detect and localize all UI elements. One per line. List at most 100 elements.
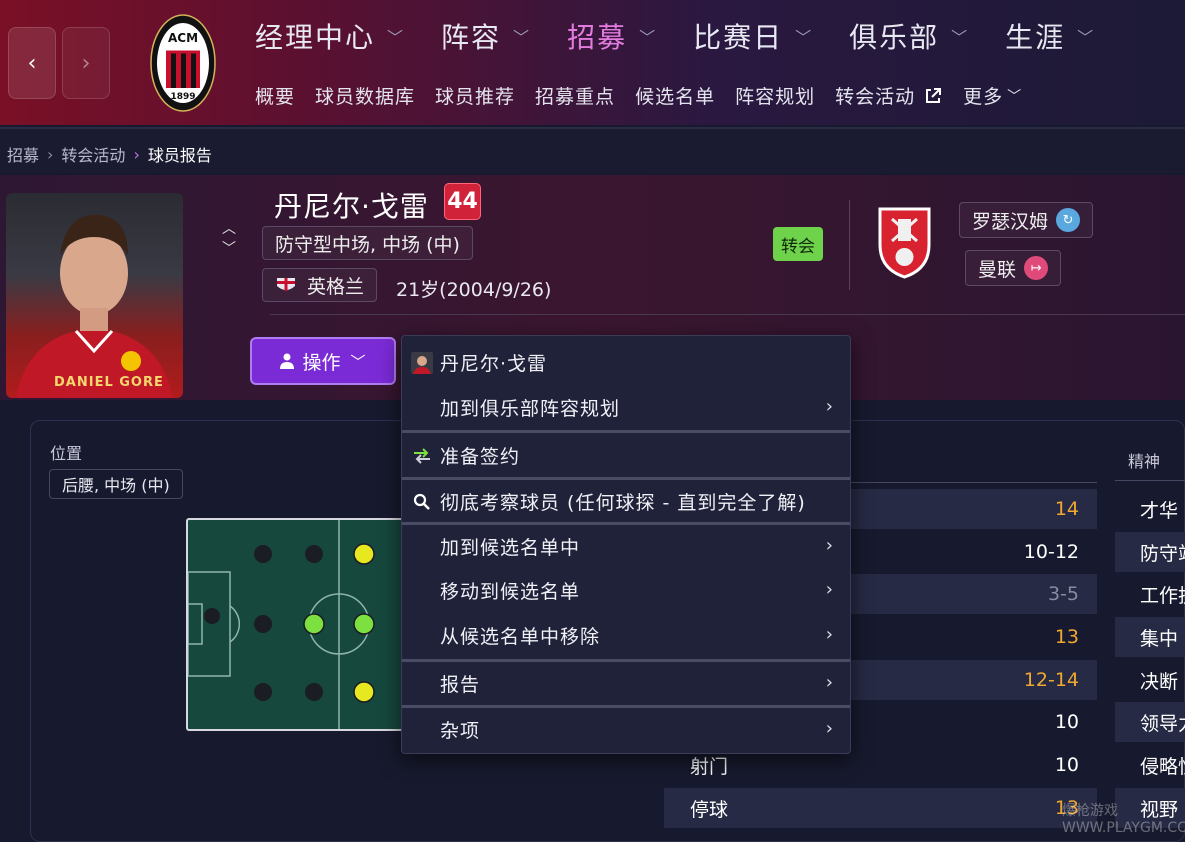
club-label: 罗瑟汉姆 — [972, 210, 1049, 233]
svg-text:1899: 1899 — [170, 92, 195, 102]
subnav-recruitment-focus[interactable]: 招募重点 — [535, 82, 615, 109]
club-logo[interactable]: ACM 1899 — [150, 14, 216, 112]
menu-header-label: 丹尼尔·戈雷 — [440, 352, 548, 375]
player-name: 丹尼尔·戈雷 — [274, 190, 429, 223]
position-pitch — [186, 518, 416, 731]
forward-button[interactable]: › — [62, 27, 110, 99]
nav-label: 生涯 — [1005, 21, 1066, 54]
nav-label: 阵容 — [441, 21, 502, 54]
menu-move-to-shortlist[interactable]: 移动到候选名单 › — [402, 568, 850, 612]
menu-misc[interactable]: 杂项 › — [402, 707, 850, 751]
nationality-tag[interactable]: 英格兰 — [262, 268, 378, 302]
actions-label: 操作 — [302, 351, 341, 374]
attribute-row: 停球 13 — [664, 788, 1097, 828]
nav-label: 俱乐部 — [849, 21, 940, 54]
nav-recruitment[interactable]: 招募 ﹀ — [567, 16, 657, 56]
breadcrumb-recruitment[interactable]: 招募 — [7, 142, 39, 166]
menu-add-to-shortlist[interactable]: 加到候选名单中 › — [402, 524, 850, 568]
player-age: 21岁(2004/9/26) — [396, 279, 552, 301]
chevron-right-icon: › — [47, 144, 54, 164]
nav-manager-center[interactable]: 经理中心 ﹀ — [255, 16, 405, 56]
club-crest[interactable] — [876, 205, 933, 279]
nationality-label: 英格兰 — [307, 275, 365, 298]
mental-attribute: 侵略性 — [1140, 755, 1185, 778]
subnav-player-recommendations[interactable]: 球员推荐 — [435, 82, 515, 109]
club-tag[interactable]: 罗瑟汉姆 ↻ — [959, 202, 1094, 238]
transfer-status-badge: 转会 — [773, 227, 823, 261]
back-button[interactable]: ‹ — [8, 27, 56, 99]
attribute-value: 3-5 — [1047, 583, 1079, 605]
menu-remove-from-shortlist[interactable]: 从候选名单中移除 › — [402, 613, 850, 657]
main-nav: 经理中心 ﹀ 阵容 ﹀ 招募 ﹀ 比赛日 ﹀ 俱乐部 ﹀ 生涯 ﹀ — [255, 16, 1131, 56]
chevron-right-icon: › — [825, 672, 834, 693]
subnav-transfer-activity[interactable]: 转会活动 — [835, 82, 943, 109]
menu-reports[interactable]: 报告 › — [402, 661, 850, 705]
sub-nav: 概要 球员数据库 球员推荐 招募重点 候选名单 阵容规划 转会活动 更多 ﹀ — [255, 82, 1042, 109]
menu-item-label: 移动到候选名单 — [440, 580, 581, 603]
menu-scout-fully[interactable]: 彻底考察球员 (任何球探 - 直到完全了解) — [402, 479, 850, 523]
nav-squad[interactable]: 阵容 ﹀ — [441, 16, 531, 56]
external-link-icon — [926, 87, 942, 103]
mental-attribute: 集中 — [1115, 617, 1185, 657]
nav-club[interactable]: 俱乐部 ﹀ — [849, 16, 969, 56]
actions-button[interactable]: 操作 ﹀ — [250, 337, 396, 385]
divider — [849, 200, 850, 290]
chevron-down-icon: ﹀ — [1077, 28, 1096, 47]
subnav-squad-planner[interactable]: 阵容规划 — [735, 82, 815, 109]
chevron-down-icon[interactable]: ﹀ — [222, 239, 236, 259]
menu-item-label: 从候选名单中移除 — [440, 625, 601, 648]
mental-attribute: 领导力 — [1115, 702, 1185, 742]
nav-career[interactable]: 生涯 ﹀ — [1005, 16, 1095, 56]
breadcrumb-transfer-activity[interactable]: 转会活动 — [61, 142, 125, 166]
attribute-value: 10 — [1054, 711, 1079, 733]
attribute-value: 13 — [1054, 626, 1079, 648]
divider — [270, 314, 1185, 315]
breadcrumb-player-report: 球员报告 — [147, 146, 212, 165]
menu-item-label: 彻底考察球员 (任何球探 - 直到完全了解) — [440, 491, 806, 514]
chevron-down-icon: ﹀ — [350, 352, 366, 371]
menu-add-to-squad-planner[interactable]: 加到俱乐部阵容规划 › — [402, 385, 850, 429]
subnav-player-database[interactable]: 球员数据库 — [315, 82, 415, 109]
subnav-shortlist[interactable]: 候选名单 — [635, 82, 715, 109]
menu-header-player: 丹尼尔·戈雷 — [402, 340, 850, 384]
player-switcher[interactable]: ︿ ﹀ — [222, 219, 236, 259]
subnav-label: 更多 — [963, 86, 1004, 108]
attribute-name: 射门 — [690, 755, 729, 778]
attribute-value: 10-12 — [1023, 541, 1079, 563]
parent-club-label: 曼联 — [978, 258, 1017, 281]
nav-matchday[interactable]: 比赛日 ﹀ — [693, 16, 813, 56]
chevron-down-icon: ﹀ — [513, 28, 532, 47]
menu-item-label: 加到俱乐部阵容规划 — [440, 397, 621, 420]
attribute-name: 停球 — [690, 798, 729, 821]
nav-label: 经理中心 — [255, 21, 376, 54]
subnav-more[interactable]: 更多 ﹀ — [963, 82, 1022, 109]
loan-clock-icon: ↻ — [1056, 208, 1081, 232]
nav-label: 招募 — [567, 21, 628, 54]
menu-prepare-signing[interactable]: 准备签约 — [402, 433, 850, 477]
positions-value: 后腰, 中场 (中) — [49, 469, 183, 499]
menu-item-label: 杂项 — [440, 719, 481, 742]
nav-label: 比赛日 — [693, 21, 784, 54]
mental-attribute: 防守站位 — [1115, 532, 1185, 572]
chevron-right-icon: › — [133, 144, 140, 164]
subnav-overview[interactable]: 概要 — [255, 82, 295, 109]
actions-context-menu: 丹尼尔·戈雷 加到俱乐部阵容规划 › 准备签约 彻底考察球员 (任何球探 - 直… — [401, 335, 851, 754]
chevron-down-icon: ﹀ — [795, 28, 814, 47]
positions-label: 位置 — [50, 444, 83, 463]
chevron-down-icon: ﹀ — [1007, 88, 1023, 105]
breadcrumb-bar: 招募 › 转会活动 › 球员报告 — [0, 127, 1185, 173]
player-avatar-icon — [411, 352, 433, 374]
position-tag: 防守型中场, 中场 (中) — [262, 226, 473, 260]
attribute-value: 10 — [1054, 754, 1079, 776]
svg-text:ACM: ACM — [168, 31, 198, 45]
chevron-down-icon: ﹀ — [639, 28, 658, 47]
player-photo: DANIEL GORE — [6, 193, 183, 398]
chevron-up-icon[interactable]: ︿ — [222, 219, 236, 239]
top-bar: ‹ › ACM 1899 经理中心 ﹀ 阵容 ﹀ 招募 ﹀ 比赛日 ﹀ 俱乐部 ﹀ 生涯 ﹀… — [0, 0, 1185, 125]
england-flag-icon — [277, 278, 295, 291]
parent-club-tag[interactable]: 曼联 ↦ — [965, 250, 1062, 286]
chevron-right-icon: › — [825, 718, 834, 739]
menu-item-label: 准备签约 — [440, 445, 521, 468]
mental-attribute: 才华 — [1140, 499, 1179, 522]
attribute-value: 12-14 — [1023, 669, 1079, 691]
